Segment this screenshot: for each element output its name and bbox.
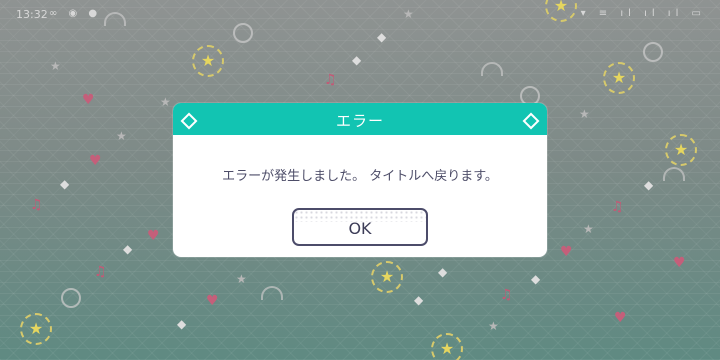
heart-icon: ♥ xyxy=(614,310,627,326)
diamond-icon: ◆ xyxy=(177,317,187,331)
heart-icon: ♥ xyxy=(560,244,573,260)
star-badge-icon: ★ xyxy=(371,261,403,293)
star-icon: ★ xyxy=(488,319,499,333)
heart-icon: ♥ xyxy=(89,153,102,169)
status-right-icons: ▾ ≡ ıl ıl ıl ▭ xyxy=(580,8,706,19)
star-badge-icon: ★ xyxy=(665,134,697,166)
diamond-icon: ◆ xyxy=(644,178,654,192)
dialog-header: エラー xyxy=(173,103,547,135)
music-note-icon: ♫ xyxy=(324,72,337,88)
star-icon: ★ xyxy=(579,107,590,121)
status-left-icons: ∞ ◉ ● xyxy=(49,8,102,19)
heart-icon: ♥ xyxy=(206,293,219,309)
status-time: 13:32 xyxy=(16,8,48,21)
heart-icon: ♥ xyxy=(673,255,686,271)
music-note-icon: ♫ xyxy=(500,287,513,303)
disc-icon xyxy=(643,42,663,62)
star-icon: ★ xyxy=(116,129,127,143)
heart-icon: ♥ xyxy=(147,228,160,244)
star-badge-icon: ★ xyxy=(603,62,635,94)
diamond-icon: ◆ xyxy=(438,265,448,279)
ok-button[interactable]: OK xyxy=(292,208,428,246)
star-icon: ★ xyxy=(583,222,594,236)
ok-button-label: OK xyxy=(348,219,372,238)
music-note-icon: ♫ xyxy=(94,264,107,280)
diamond-icon: ◆ xyxy=(123,242,133,256)
dialog-title: エラー xyxy=(335,112,384,130)
heart-icon: ♥ xyxy=(82,92,95,108)
status-bar: 13:32 ∞ ◉ ● ▾ ≡ ıl ıl ıl ▭ xyxy=(0,0,720,28)
star-badge-icon: ★ xyxy=(431,333,463,360)
disc-icon xyxy=(61,288,81,308)
star-badge-icon: ★ xyxy=(192,45,224,77)
diamond-icon: ◆ xyxy=(414,293,424,307)
music-note-icon: ♫ xyxy=(611,199,624,215)
error-message: エラーが発生しました。 タイトルへ戻ります。 xyxy=(222,169,498,184)
star-icon: ★ xyxy=(50,59,61,73)
star-icon: ★ xyxy=(160,95,171,109)
error-dialog: エラー エラーが発生しました。 タイトルへ戻ります。 OK xyxy=(173,103,547,257)
music-note-icon: ♫ xyxy=(30,197,43,213)
diamond-icon: ◆ xyxy=(352,53,362,67)
diamond-icon: ◆ xyxy=(377,30,387,44)
star-icon: ★ xyxy=(236,272,247,286)
diamond-icon: ◆ xyxy=(60,177,70,191)
star-badge-icon: ★ xyxy=(20,313,52,345)
diamond-icon: ◆ xyxy=(531,272,541,286)
